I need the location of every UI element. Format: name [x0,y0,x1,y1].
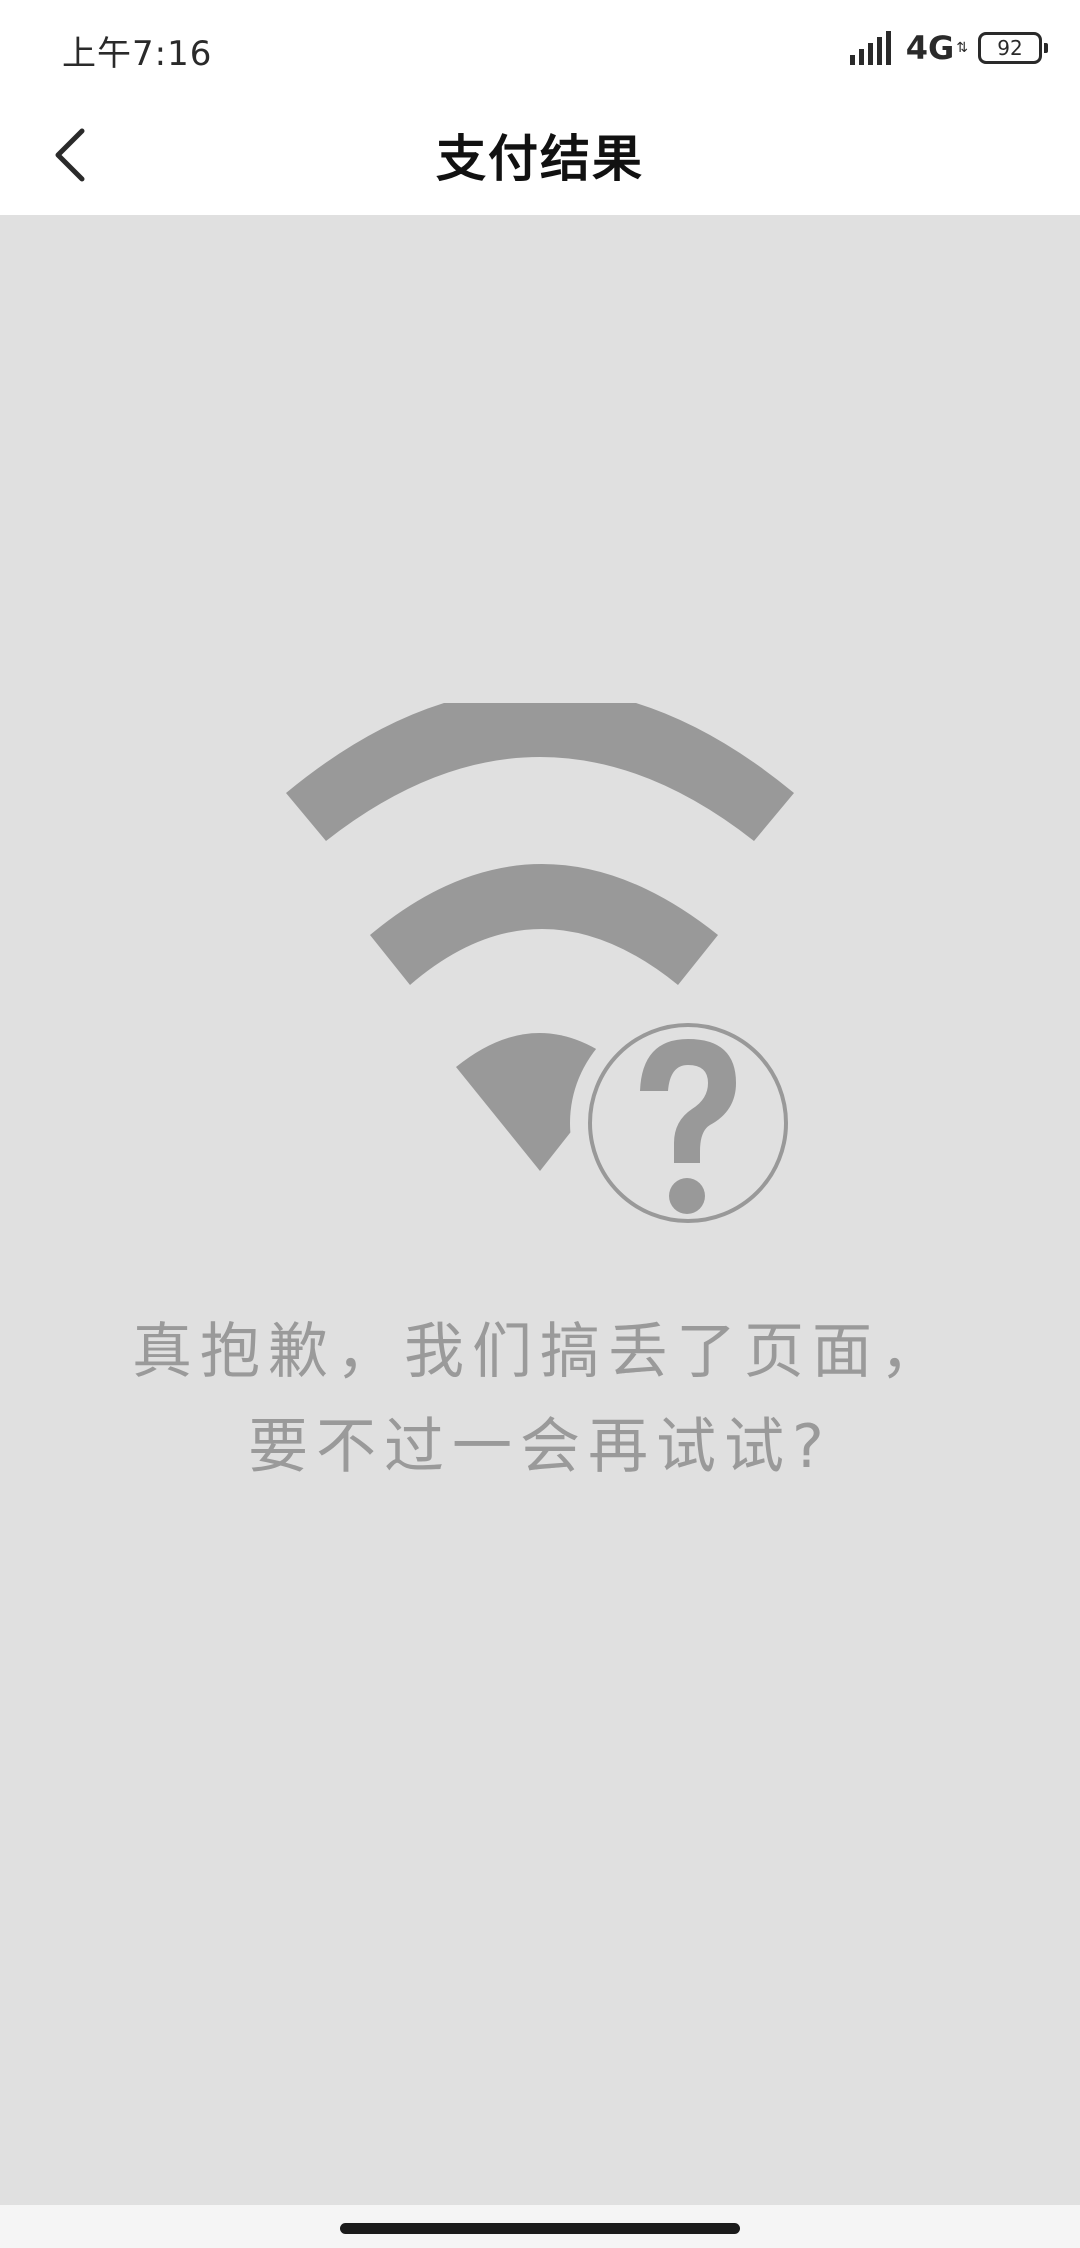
content-area: 真抱歉，我们搞丢了页面， 要不过一会再试试? [0,215,1080,2205]
signal-strength-icon [849,31,891,65]
home-indicator[interactable] [340,2223,740,2234]
status-time: 上午7:16 [62,34,213,74]
battery-icon: 92 [978,32,1048,64]
page-title: 支付结果 [436,130,644,188]
error-message-line-2: 要不过一会再试试? [248,1412,832,1482]
chevron-left-icon [55,128,85,182]
wifi-question-icon [286,703,806,1241]
navigation-bar: 支付结果 [0,95,1080,215]
back-button[interactable] [30,115,110,195]
network-type-label: 4G [905,29,955,67]
data-activity-icon: ⇅ [956,40,968,56]
error-message: 真抱歉，我们搞丢了页面， 要不过一会再试试? [0,1305,1080,1495]
battery-level: 92 [997,36,1023,60]
status-icons: 4G ⇅ 92 [849,29,1048,67]
status-bar: 上午7:16 4G ⇅ 92 [0,0,1080,95]
error-message-line-1: 真抱歉，我们搞丢了页面， [132,1317,948,1387]
home-indicator-area [0,2205,1080,2248]
